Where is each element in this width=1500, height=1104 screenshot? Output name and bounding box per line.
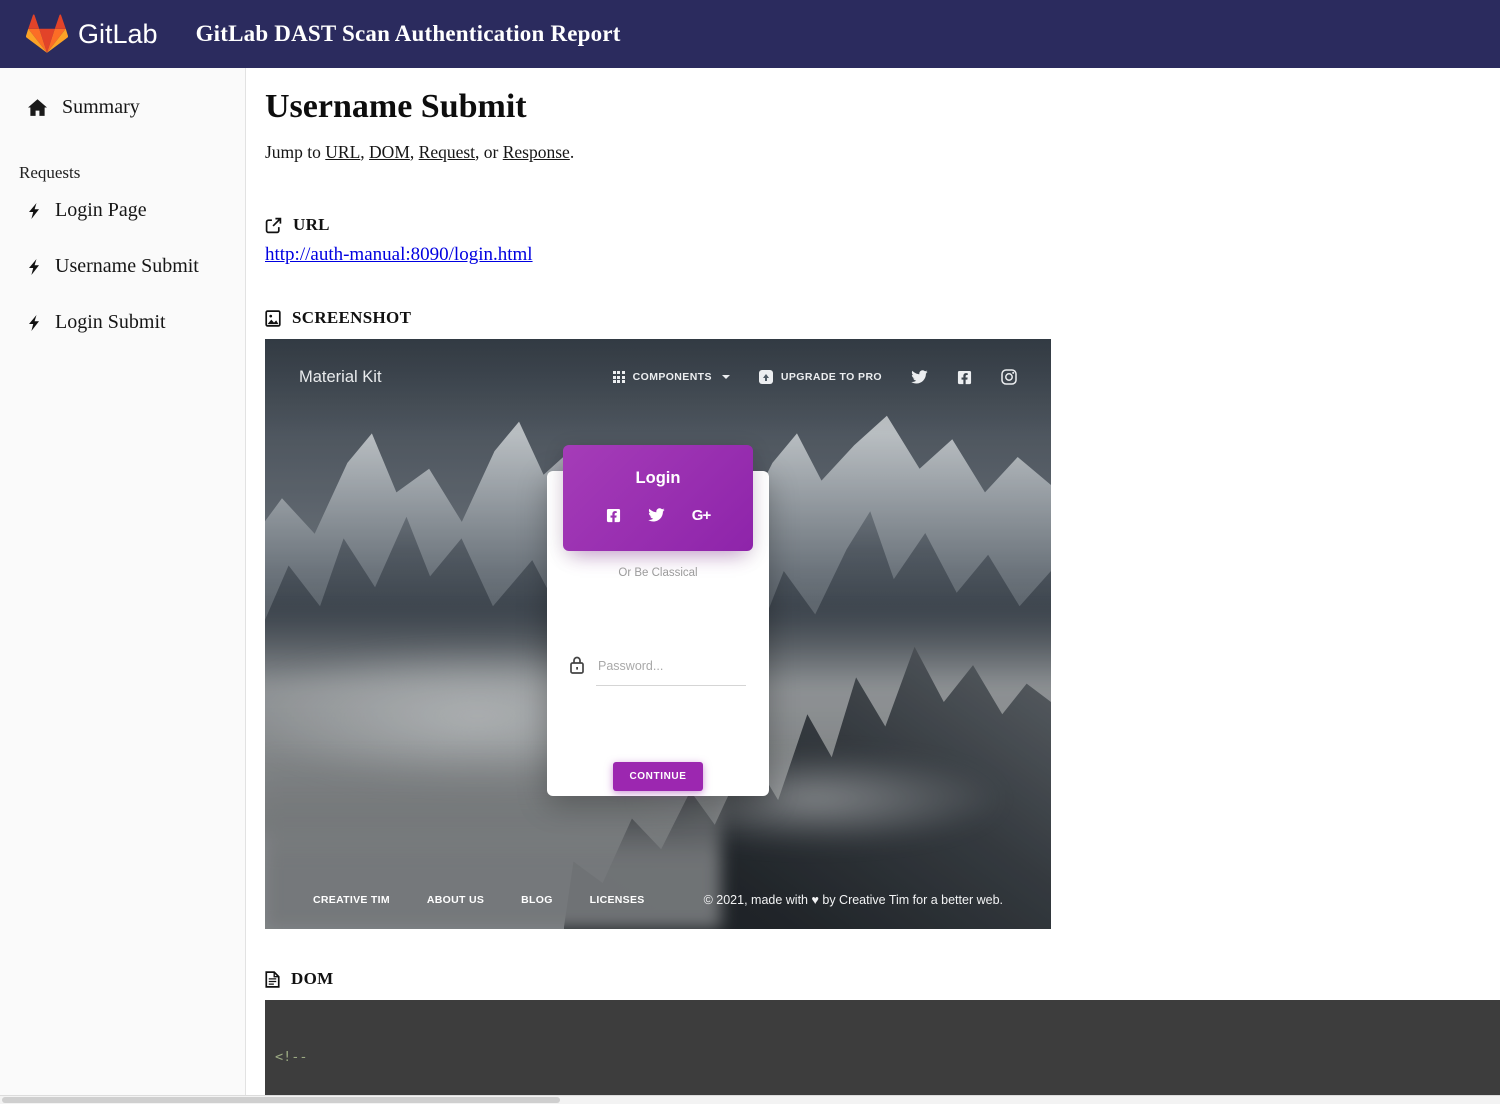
embedded-password-underline (596, 685, 746, 686)
embedded-login-title: Login (563, 469, 753, 488)
jump-link-response[interactable]: Response (503, 142, 570, 162)
sidebar-section-requests: Requests (0, 163, 245, 183)
embedded-login-card-header: Login G+ (563, 445, 753, 551)
code-line: <!-- (275, 1048, 1500, 1066)
instagram-icon (1001, 369, 1017, 385)
chevron-down-icon (722, 375, 730, 379)
jump-links-line: Jump to URL, DOM, Request, or Response. (265, 142, 1500, 163)
embedded-footer: CREATIVE TIM ABOUT US BLOG LICENSES © 20… (265, 871, 1051, 929)
embedded-footer-link: CREATIVE TIM (313, 894, 390, 906)
embedded-components-label: COMPONENTS (633, 371, 712, 383)
jump-separator: , or (475, 142, 503, 162)
jump-link-url[interactable]: URL (325, 142, 360, 162)
sidebar-item-username-submit[interactable]: Username Submit (0, 255, 245, 278)
embedded-copyright: © 2021, made with ♥ by Creative Tim for … (704, 893, 1003, 907)
page-title: Username Submit (265, 88, 1500, 126)
upgrade-icon (759, 370, 773, 384)
dom-section-header: DOM (265, 969, 1500, 989)
main-content: Username Submit Jump to URL, DOM, Reques… (247, 68, 1500, 1095)
lock-icon (569, 655, 585, 675)
sidebar-item-label: Summary (62, 96, 140, 119)
embedded-footer-link: ABOUT US (427, 894, 484, 906)
embedded-divider-text: Or Be Classical (547, 567, 769, 579)
url-section-label: URL (293, 215, 330, 235)
image-icon (265, 310, 281, 327)
horizontal-scrollbar[interactable] (0, 1095, 1500, 1104)
facebook-icon (957, 370, 972, 385)
embedded-brand: Material Kit (299, 368, 382, 387)
twitter-icon (911, 370, 928, 385)
bolt-icon (28, 314, 40, 332)
jump-separator: , (410, 142, 419, 162)
gitlab-wordmark: GitLab (78, 19, 158, 50)
embedded-nav-right: COMPONENTS UPGRADE TO PRO (613, 369, 1017, 385)
app-header: GitLab GitLab DAST Scan Authentication R… (0, 0, 1500, 68)
embedded-password-field: Password... (569, 655, 663, 675)
embedded-components-menu: COMPONENTS (613, 371, 730, 383)
dom-code-block[interactable]: <!-- ===================================… (265, 1000, 1500, 1095)
embedded-upgrade-label: UPGRADE TO PRO (781, 371, 882, 383)
embedded-continue-button: CONTINUE (613, 762, 703, 791)
embedded-screenshot-image: Material Kit COMPONENTS UPGRADE TO PRO (265, 339, 1051, 929)
jump-separator: , (360, 142, 369, 162)
target-url-link[interactable]: http://auth-manual:8090/login.html (265, 244, 533, 266)
file-text-icon (265, 971, 280, 988)
jump-prefix: Jump to (265, 142, 325, 162)
gitlab-tanuki-logo-icon (26, 14, 68, 54)
embedded-social-row: G+ (563, 507, 753, 524)
jump-link-request[interactable]: Request (419, 142, 475, 162)
embedded-footer-link: LICENSES (590, 894, 645, 906)
embedded-footer-link: BLOG (521, 894, 553, 906)
facebook-icon (606, 508, 621, 523)
embedded-login-card: Login G+ Or Be Classical (547, 471, 769, 796)
url-section-header: URL (265, 215, 1500, 235)
bolt-icon (28, 202, 40, 220)
embedded-upgrade-link: UPGRADE TO PRO (759, 370, 882, 384)
home-icon (28, 99, 47, 116)
embedded-navbar: Material Kit COMPONENTS UPGRADE TO PRO (265, 339, 1051, 415)
sidebar-item-summary[interactable]: Summary (0, 96, 245, 119)
google-plus-icon: G+ (692, 507, 710, 524)
sidebar: Summary Requests Login Page Username Sub… (0, 68, 246, 1095)
bolt-icon (28, 258, 40, 276)
screenshot-section-header: SCREENSHOT (265, 308, 1500, 328)
sidebar-item-label: Login Page (55, 199, 147, 222)
sidebar-item-label: Username Submit (55, 255, 199, 278)
grid-icon (613, 371, 625, 383)
embedded-password-placeholder: Password... (598, 659, 663, 673)
jump-suffix: . (570, 142, 574, 162)
embedded-footer-links: CREATIVE TIM ABOUT US BLOG LICENSES (313, 894, 645, 906)
sidebar-item-label: Login Submit (55, 311, 166, 334)
sidebar-item-login-page[interactable]: Login Page (0, 199, 245, 222)
horizontal-scrollbar-thumb[interactable] (2, 1097, 560, 1103)
screenshot-section-label: SCREENSHOT (292, 308, 411, 328)
report-title: GitLab DAST Scan Authentication Report (196, 21, 621, 47)
jump-link-dom[interactable]: DOM (369, 142, 410, 162)
external-link-icon (265, 217, 282, 234)
dom-section-label: DOM (291, 969, 333, 989)
twitter-icon (648, 508, 665, 523)
sidebar-item-login-submit[interactable]: Login Submit (0, 311, 245, 334)
